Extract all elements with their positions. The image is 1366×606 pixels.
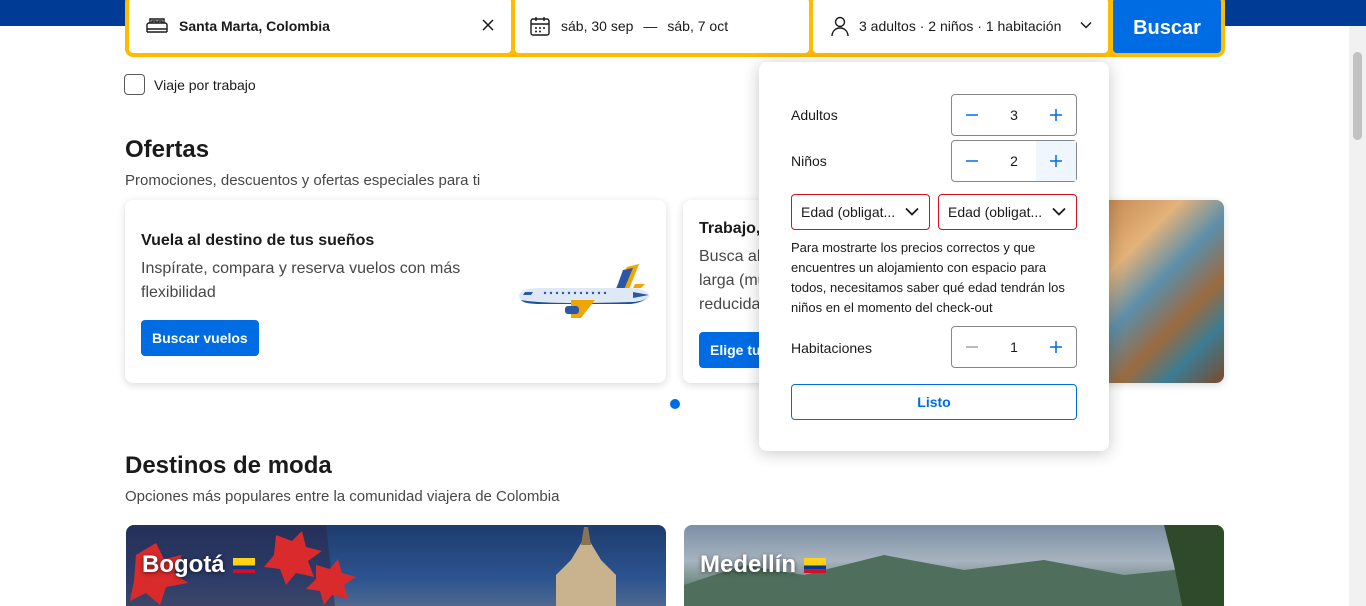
airplane-illustration bbox=[519, 264, 649, 318]
children-age-note: Para mostrarte los precios correctos y q… bbox=[791, 240, 1065, 315]
rooms-stepper: 1 bbox=[951, 326, 1077, 368]
chevron-down-icon bbox=[1052, 207, 1066, 216]
destination-name: Medellín bbox=[700, 551, 827, 579]
offer-card-desc-line: Inspírate, compara y reserva vuelos con … bbox=[141, 260, 461, 277]
offer-card-desc-line: reducida bbox=[699, 296, 761, 313]
dates-field[interactable]: sáb, 30 sep — sáb, 7 oct bbox=[515, 0, 809, 53]
carousel-dot-active[interactable] bbox=[670, 399, 680, 409]
search-flights-button[interactable]: Buscar vuelos bbox=[141, 320, 259, 356]
minus-icon bbox=[966, 346, 978, 348]
check-out-date: sáb, 7 oct bbox=[667, 17, 729, 34]
plus-icon bbox=[1050, 341, 1062, 353]
done-button[interactable]: Listo bbox=[791, 384, 1077, 420]
offers-title: Ofertas bbox=[125, 136, 210, 163]
close-icon[interactable] bbox=[481, 18, 495, 32]
offer-card-title: Trabajo, bbox=[699, 220, 761, 237]
offer-card-title: Vuela al destino de tus sueños bbox=[141, 232, 375, 249]
trending-subtitle: Opciones más populares entre la comunida… bbox=[125, 488, 560, 505]
chevron-down-icon bbox=[905, 207, 919, 216]
occupancy-popup: Adultos 3 Niños 2 Edad (obligat... Edad … bbox=[759, 62, 1109, 451]
chevron-down-icon bbox=[1080, 21, 1092, 29]
work-trip-label: Viaje por trabajo bbox=[154, 76, 256, 93]
rooms-increase-button[interactable] bbox=[1036, 327, 1076, 367]
destination-value: Santa Marta, Colombia bbox=[179, 17, 330, 34]
child-age-select-1[interactable]: Edad (obligat... bbox=[791, 194, 930, 230]
plus-icon bbox=[1050, 109, 1062, 121]
children-label: Niños bbox=[791, 153, 827, 169]
occupancy-field[interactable]: 3 adultos · 2 niños · 1 habitación bbox=[813, 0, 1108, 53]
date-separator: — bbox=[643, 17, 658, 34]
person-icon bbox=[831, 16, 849, 36]
adults-label: Adultos bbox=[791, 107, 838, 123]
page-scrollbar[interactable] bbox=[1349, 26, 1366, 606]
work-trip-checkbox[interactable] bbox=[124, 74, 145, 95]
offer-card-flights: Vuela al destino de tus sueños Inspírate… bbox=[125, 200, 666, 383]
bed-icon bbox=[146, 17, 168, 33]
destination-card-medellin[interactable]: Medellín bbox=[684, 525, 1224, 606]
plus-icon bbox=[1050, 155, 1062, 167]
calendar-icon bbox=[530, 16, 550, 36]
trending-title: Destinos de moda bbox=[125, 452, 332, 479]
check-in-date: sáb, 30 sep bbox=[561, 17, 634, 34]
search-button[interactable]: Buscar bbox=[1113, 0, 1221, 53]
colombia-flag-icon bbox=[232, 557, 255, 573]
destination-card-bogota[interactable]: Bogotá bbox=[126, 525, 666, 606]
occupancy-value: 3 adultos · 2 niños · 1 habitación bbox=[859, 17, 1062, 34]
destination-field[interactable]: Santa Marta, Colombia bbox=[129, 0, 511, 53]
offers-subtitle: Promociones, descuentos y ofertas especi… bbox=[125, 172, 481, 189]
minus-icon bbox=[966, 160, 978, 162]
destination-name: Bogotá bbox=[142, 551, 255, 579]
minus-icon bbox=[966, 114, 978, 116]
remote-work-photo bbox=[1106, 200, 1224, 383]
adults-decrease-button[interactable] bbox=[952, 95, 992, 135]
work-trip-toggle[interactable]: Viaje por trabajo bbox=[124, 74, 256, 95]
offer-card-desc-line: larga (mu bbox=[699, 272, 767, 289]
rooms-label: Habitaciones bbox=[791, 340, 872, 356]
children-value: 2 bbox=[1010, 153, 1018, 169]
children-decrease-button[interactable] bbox=[952, 141, 992, 181]
colombia-flag-icon bbox=[804, 557, 827, 573]
child-age-select-2[interactable]: Edad (obligat... bbox=[938, 194, 1077, 230]
adults-value: 3 bbox=[1010, 107, 1018, 123]
offer-card-desc-line: flexibilidad bbox=[141, 284, 216, 301]
rooms-decrease-button[interactable] bbox=[952, 327, 992, 367]
scrollbar-thumb[interactable] bbox=[1353, 52, 1362, 140]
children-stepper: 2 bbox=[951, 140, 1077, 182]
rooms-value: 1 bbox=[1010, 339, 1018, 355]
children-increase-button[interactable] bbox=[1036, 141, 1076, 181]
search-bar: Santa Marta, Colombia sáb, 30 sep — sáb,… bbox=[125, 0, 1225, 57]
adults-increase-button[interactable] bbox=[1036, 95, 1076, 135]
adults-stepper: 3 bbox=[951, 94, 1077, 136]
